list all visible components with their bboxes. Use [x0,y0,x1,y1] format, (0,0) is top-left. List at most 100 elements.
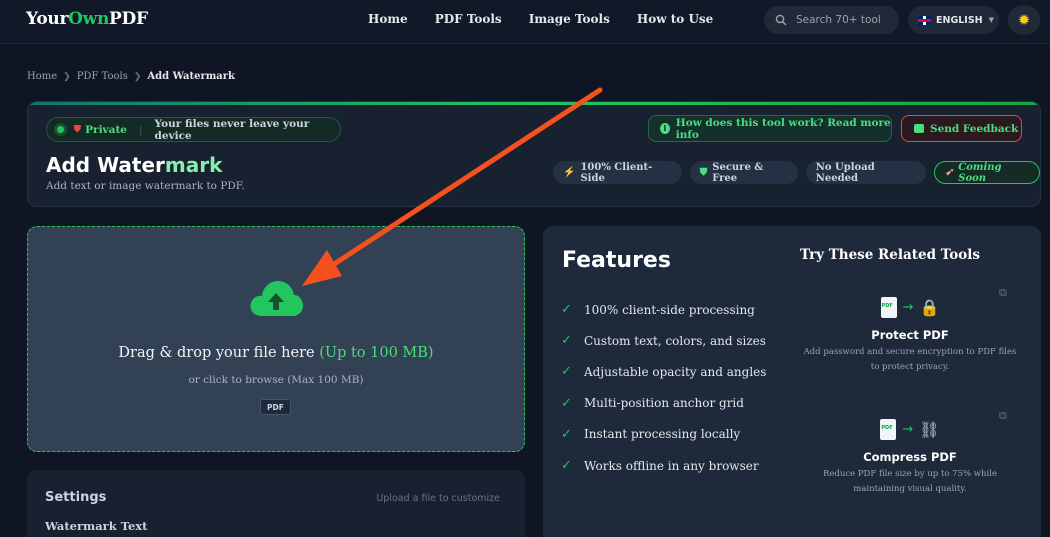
site-logo[interactable]: YourOwnPDF [26,9,148,29]
logo-part-own: Own [68,9,110,29]
search-icon [775,14,787,26]
language-selector[interactable]: ENGLISH ▼ [908,6,999,34]
breadcrumb-current: Add Watermark [147,71,235,82]
check-icon: ✓ [561,395,572,411]
logo-part-your: Your [26,9,69,29]
feature-label: Custom text, colors, and sizes [584,333,766,348]
list-item: ✓ Works offline in any browser [561,450,766,481]
breadcrumb: Home ❯ PDF Tools ❯ Add Watermark [27,71,235,82]
arrow-right-icon: → [902,421,914,437]
badge-secure-label: Secure & Free [712,161,764,184]
tool-name: Compress PDF [863,450,957,464]
theme-toggle-button[interactable]: ✹ [1008,5,1040,35]
external-link-icon[interactable]: ⧉ [999,409,1007,423]
nav-link-pdf-tools[interactable]: PDF Tools [435,12,502,26]
nav-link-image-tools[interactable]: Image Tools [529,12,610,26]
rocket-icon: ➶ [944,167,954,178]
list-item: ✓ Multi-position anchor grid [561,388,766,419]
send-feedback-label: Send Feedback [930,122,1019,135]
breadcrumb-pdf-tools[interactable]: PDF Tools [77,71,128,82]
uk-flag-icon [918,15,931,25]
nav-link-home[interactable]: Home [368,12,408,26]
breadcrumb-home[interactable]: Home [27,71,57,82]
features-panel: Features ✓ 100% client-side processing ✓ C… [543,226,1041,537]
tool-description: Add password and secure encryption to PD… [800,345,1020,375]
tool-description-line1: Add password and secure encryption to PD… [803,347,1017,357]
feature-badges: ⚡ 100% Client-Side ⛊ Secure & Free No Uplo… [553,161,1040,184]
features-title: Features [562,248,671,273]
tool-header-card: ⛊ Private | Your files never leave your … [27,101,1041,207]
privacy-note: Your files never leave your device [154,117,310,142]
settings-hint: Upload a file to customize [376,493,500,504]
list-item: ✓ Adjustable opacity and angles [561,356,766,387]
status-dot-icon [57,126,64,133]
accent-bar [28,102,1040,105]
logo-part-pdf: PDF [109,9,148,29]
settings-panel: Settings Upload a file to customize Wate… [27,470,525,537]
chevron-down-icon: ▼ [988,16,995,24]
related-tools-title: Try These Related Tools [800,247,980,263]
bolt-icon: ⚡ [563,167,576,178]
check-icon: ✓ [561,458,572,474]
page-title-accent: mark [164,153,223,177]
external-link-icon[interactable]: ⧉ [999,286,1007,300]
page-title: Add Watermark [46,153,222,177]
dropzone-subtitle: or click to browse (Max 100 MB) [188,374,364,386]
badge-coming-soon-label: Coming Soon [958,161,1002,184]
badge-no-upload-label: No Upload Needed [815,161,875,184]
page-subtitle: Add text or image watermark to PDF. [46,180,245,192]
search-input[interactable]: Search 70+ tool [764,6,899,34]
tool-icons: → ⛓ [800,416,1020,442]
nav-links: Home PDF Tools Image Tools How to Use [368,12,713,26]
tool-description: Reduce PDF file size by up to 75% while m… [800,467,1020,497]
badge-no-upload: No Upload Needed [805,161,926,184]
tool-description-line2: maintaining visual quality. [853,484,967,494]
badge-client-side: ⚡ 100% Client-Side [553,161,682,184]
check-icon: ✓ [561,333,572,349]
shield-icon: ⛊ [699,167,708,178]
tool-icons: → 🔒 [800,294,1020,320]
dropzone-size-limit: (Up to 100 MB) [319,345,434,361]
features-list: ✓ 100% client-side processing ✓ Custom tex… [561,294,766,481]
badge-secure: ⛊ Secure & Free [689,161,798,184]
page-title-main: Add Water [46,153,165,177]
pdf-file-icon [880,296,897,318]
related-tool-compress-pdf[interactable]: → ⛓ Compress PDF Reduce PDF file size by… [800,416,1020,497]
settings-heading: Settings [45,490,107,505]
tool-description-line2: to protect privacy. [870,362,950,372]
top-navbar: YourOwnPDF Home PDF Tools Image Tools Ho… [0,0,1050,44]
check-icon: ✓ [561,426,572,442]
private-label: Private [85,123,127,136]
chat-icon [914,124,924,133]
send-feedback-button[interactable]: Send Feedback [901,115,1022,142]
list-item: ✓ Instant processing locally [561,419,766,450]
pdf-file-icon [880,418,897,440]
feature-label: Instant processing locally [584,427,741,442]
feature-label: Works offline in any browser [584,458,759,473]
clamp-icon: ⛓ [919,419,940,439]
badge-coming-soon: ➶ Coming Soon [933,161,1040,184]
list-item: ✓ Custom text, colors, and sizes [561,325,766,356]
cloud-upload-icon [250,281,303,316]
search-placeholder: Search 70+ tool [796,14,881,26]
arrow-right-icon: → [902,299,914,315]
related-tool-protect-pdf[interactable]: → 🔒 Protect PDF Add password and secure … [800,294,1020,375]
check-icon: ✓ [561,364,572,380]
sun-icon: ✹ [1017,11,1031,29]
divider: | [139,123,143,136]
privacy-pill: ⛊ Private | Your files never leave your … [46,117,341,142]
list-item: ✓ 100% client-side processing [561,294,766,325]
feature-label: Adjustable opacity and angles [584,364,767,379]
dropzone-title-text: Drag & drop your file here [118,345,315,361]
how-it-works-button[interactable]: i How does this tool work? Read more inf… [648,115,892,142]
badge-client-side-label: 100% Client-Side [580,161,653,184]
file-type-chip: PDF [260,399,291,415]
feature-label: Multi-position anchor grid [584,396,744,411]
shield-icon: ⛊ [73,124,82,135]
nav-link-how-to-use[interactable]: How to Use [637,12,713,26]
chevron-right-icon: ❯ [133,71,142,82]
dropzone-title: Drag & drop your file here (Up to 100 MB… [28,345,524,361]
tool-description-line1: Reduce PDF file size by up to 75% while [823,469,997,479]
how-it-works-label: How does this tool work? Read more info [675,116,891,141]
file-dropzone[interactable]: Drag & drop your file here (Up to 100 MB… [27,226,525,452]
